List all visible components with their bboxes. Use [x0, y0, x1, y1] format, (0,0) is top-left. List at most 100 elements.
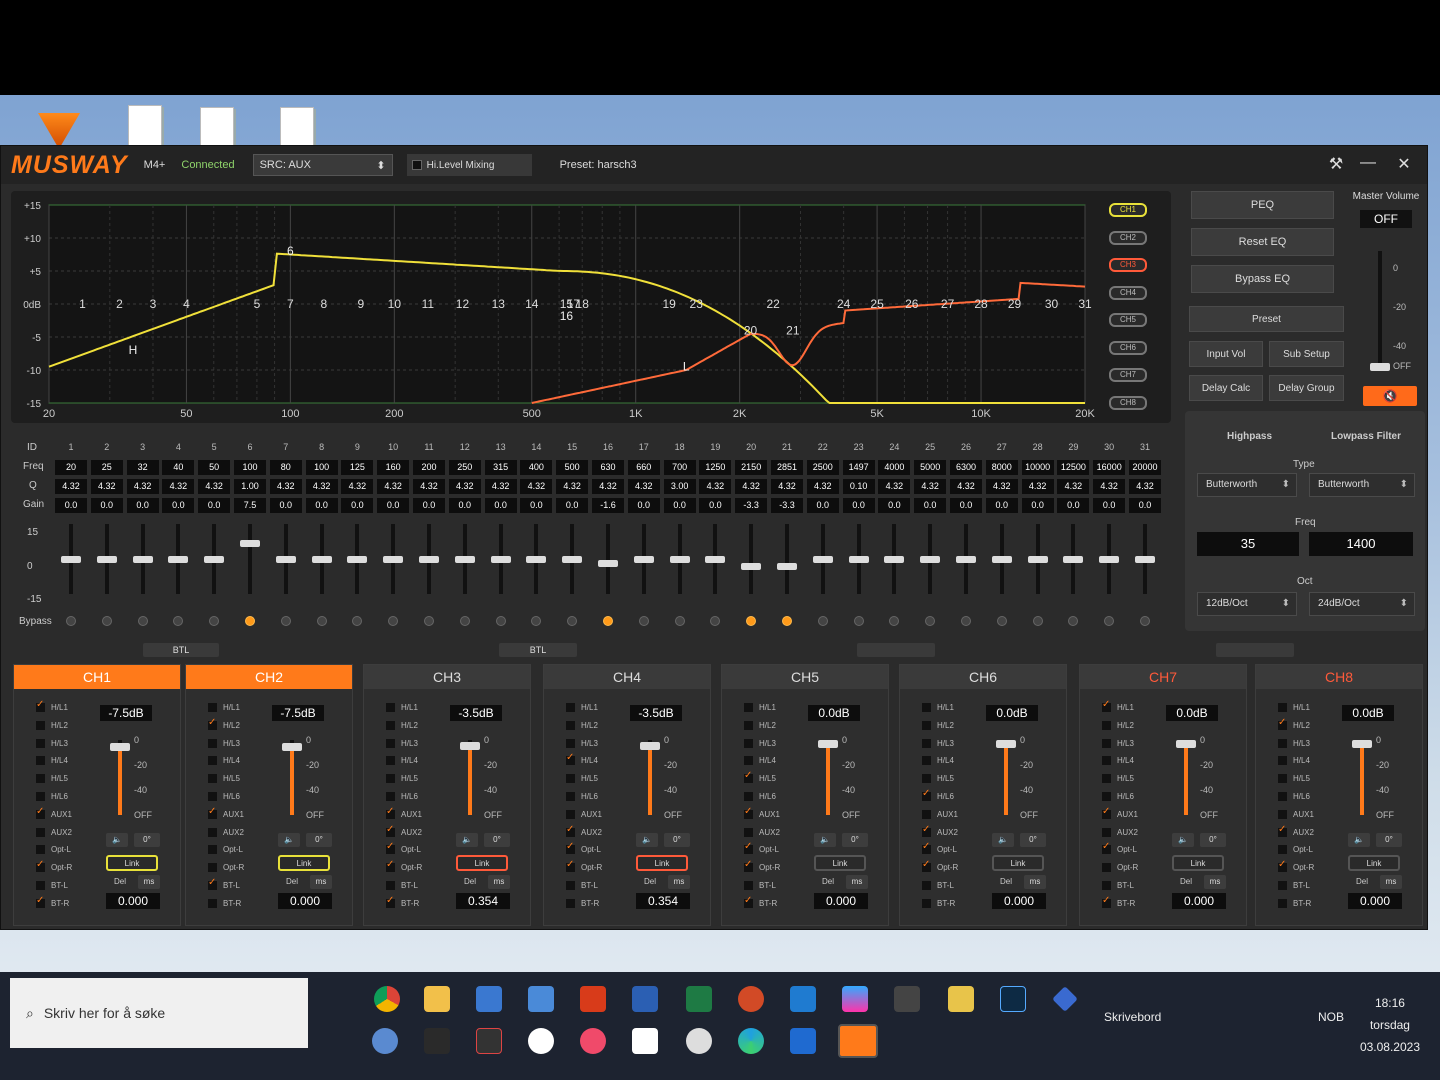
band-q-field[interactable]: 4.32: [162, 479, 195, 494]
band-gain-fader[interactable]: [96, 524, 117, 594]
band-gain-field[interactable]: 0.0: [1129, 498, 1161, 513]
input-mix-checkbox[interactable]: [744, 895, 753, 908]
input-mix-row[interactable]: H/L5: [744, 770, 776, 784]
band-freq-field[interactable]: 100: [305, 460, 338, 475]
band-gain-field[interactable]: 0.0: [55, 498, 87, 513]
input-mix-row[interactable]: AUX2: [386, 824, 422, 837]
channel-delay-value[interactable]: 0.000: [992, 893, 1046, 909]
input-mix-row[interactable]: AUX2: [744, 827, 780, 837]
input-mix-checkbox[interactable]: [1102, 827, 1111, 837]
input-mix-row[interactable]: BT-R: [386, 895, 419, 908]
peq-button[interactable]: PEQ: [1191, 191, 1334, 219]
channel-header[interactable]: CH4: [544, 665, 710, 689]
input-mix-checkbox[interactable]: [1102, 738, 1111, 748]
channel-delay-value[interactable]: 0.000: [106, 893, 160, 909]
input-mix-row[interactable]: H/L3: [744, 738, 776, 748]
channel-select-ch6[interactable]: CH6: [1109, 340, 1147, 355]
band-gain-fader[interactable]: [991, 524, 1012, 594]
band-freq-field[interactable]: 32: [126, 460, 159, 475]
input-mix-checkbox[interactable]: [922, 824, 931, 837]
band-q-field[interactable]: 4.32: [627, 479, 660, 494]
app-icon[interactable]: [372, 1028, 398, 1054]
input-mix-checkbox[interactable]: [744, 881, 753, 890]
input-mix-checkbox[interactable]: [1278, 756, 1287, 766]
btl-ch1-ch2[interactable]: BTL: [143, 643, 219, 657]
master-mute-icon[interactable]: 🔇: [1363, 386, 1417, 406]
input-mix-checkbox[interactable]: [1102, 720, 1111, 730]
input-mix-checkbox[interactable]: [36, 720, 45, 730]
band-bypass-toggle[interactable]: [889, 616, 900, 626]
input-mix-row[interactable]: H/L2: [922, 720, 954, 730]
store-icon[interactable]: [476, 986, 502, 1012]
band-gain-field[interactable]: 0.0: [914, 498, 947, 513]
band-fader-knob[interactable]: [419, 556, 439, 563]
channel-delay-value[interactable]: 0.000: [814, 893, 868, 909]
band-freq-field[interactable]: 500: [556, 460, 589, 475]
band-gain-fader[interactable]: [1063, 524, 1084, 594]
input-mix-row[interactable]: BT-R: [36, 895, 69, 908]
channel-select-ch2[interactable]: CH2: [1109, 230, 1147, 245]
lightroom-icon[interactable]: [1000, 986, 1026, 1012]
channel-mute-icon[interactable]: 🔈: [1172, 833, 1194, 847]
input-mix-checkbox[interactable]: [566, 752, 575, 766]
band-bypass-toggle[interactable]: [996, 616, 1007, 626]
band-q-field[interactable]: 4.32: [1021, 479, 1054, 494]
channel-gain-value[interactable]: -3.5dB: [450, 705, 502, 721]
app-icon[interactable]: [894, 986, 920, 1012]
input-mix-checkbox[interactable]: [744, 720, 753, 730]
input-mix-row[interactable]: H/L3: [922, 738, 954, 748]
input-mix-checkbox[interactable]: [386, 774, 395, 784]
input-mix-checkbox[interactable]: [1278, 859, 1287, 873]
input-mix-row[interactable]: BT-L: [566, 881, 598, 890]
band-q-field[interactable]: 4.32: [592, 479, 624, 494]
input-mix-checkbox[interactable]: [922, 703, 931, 712]
band-bypass-toggle[interactable]: [1032, 616, 1043, 626]
input-mix-row[interactable]: BT-L: [1102, 881, 1134, 890]
band-gain-field[interactable]: 0.0: [448, 498, 481, 513]
band-bypass-toggle[interactable]: [746, 616, 757, 626]
excel-icon[interactable]: [686, 986, 712, 1012]
band-freq-field[interactable]: 20: [55, 460, 87, 475]
band-fader-knob[interactable]: [884, 556, 905, 563]
input-mix-checkbox[interactable]: [36, 827, 45, 837]
delay-unit-button[interactable]: ms: [310, 875, 332, 889]
band-q-field[interactable]: 4.32: [484, 479, 517, 494]
channel-gain-value[interactable]: -3.5dB: [630, 705, 682, 721]
channel-select-ch4[interactable]: CH4: [1109, 285, 1147, 300]
channel-header[interactable]: CH7: [1080, 665, 1246, 689]
input-mix-checkbox[interactable]: [566, 774, 575, 784]
band-fader-knob[interactable]: [275, 556, 296, 563]
input-mix-checkbox[interactable]: [922, 756, 931, 766]
band-fader-knob[interactable]: [991, 556, 1012, 563]
app-icon[interactable]: [1052, 986, 1078, 1012]
band-bypass-toggle[interactable]: [137, 616, 148, 626]
channel-link-button[interactable]: Link: [1172, 855, 1224, 871]
input-mix-row[interactable]: AUX2: [1102, 827, 1138, 837]
channel-mute-icon[interactable]: 🔈: [278, 833, 300, 847]
input-mix-checkbox[interactable]: [1102, 841, 1111, 855]
band-q-field[interactable]: 4.32: [126, 479, 159, 494]
input-mix-row[interactable]: AUX2: [922, 824, 958, 837]
input-mix-row[interactable]: Opt-R: [744, 859, 780, 873]
input-mix-row[interactable]: H/L1: [208, 703, 240, 712]
input-mix-checkbox[interactable]: [1102, 863, 1111, 873]
input-mix-row[interactable]: BT-R: [1102, 895, 1135, 908]
input-mix-row[interactable]: Opt-R: [1102, 863, 1138, 873]
band-fader-knob[interactable]: [777, 563, 797, 571]
input-mix-checkbox[interactable]: [208, 877, 217, 890]
input-mix-row[interactable]: H/L1: [744, 703, 776, 712]
band-q-field[interactable]: 4.32: [556, 479, 589, 494]
input-mix-row[interactable]: Opt-R: [386, 859, 422, 873]
word-icon[interactable]: [632, 986, 658, 1012]
bypass-eq-button[interactable]: Bypass EQ: [1191, 265, 1334, 293]
input-mix-checkbox[interactable]: [566, 738, 575, 748]
folder-icon[interactable]: [424, 986, 450, 1012]
channel-volume-slider[interactable]: [1352, 740, 1372, 815]
band-freq-field[interactable]: 125: [341, 460, 374, 475]
channel-select-ch8[interactable]: CH8: [1109, 395, 1147, 410]
band-q-field[interactable]: 4.32: [806, 479, 839, 494]
band-q-field[interactable]: 0.10: [842, 479, 875, 494]
band-gain-field[interactable]: 0.0: [90, 498, 123, 513]
band-q-field[interactable]: 4.32: [1093, 479, 1126, 494]
band-bypass-toggle[interactable]: [782, 616, 792, 626]
